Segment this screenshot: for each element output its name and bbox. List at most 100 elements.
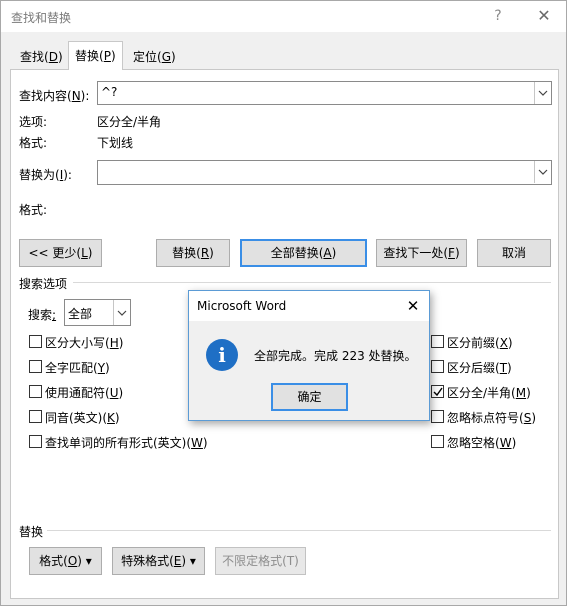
no-formatting-button[interactable]: 不限定格式(T) bbox=[215, 547, 306, 575]
tab-find-end: ) bbox=[57, 50, 63, 64]
ignore-punctuation-label[interactable]: 忽略标点符号(S) bbox=[447, 409, 536, 426]
replace-all-button-label: 全部替换( bbox=[270, 246, 324, 260]
all-word-forms-key: W bbox=[191, 436, 203, 450]
message-box: Microsoft Word ✕ i 全部完成。完成 223 处替换。 确定 bbox=[188, 290, 430, 421]
find-next-button-label: 查找下一处( bbox=[383, 246, 449, 260]
format-button[interactable]: 格式(O) ▾ bbox=[29, 547, 102, 575]
close-button[interactable]: ✕ bbox=[529, 5, 559, 27]
ignore-whitespace-checkbox[interactable] bbox=[431, 435, 444, 448]
ignore-punctuation-label-end: ) bbox=[531, 411, 536, 425]
find-next-button-key: F bbox=[448, 246, 455, 260]
search-direction-select[interactable]: 全部 bbox=[64, 299, 131, 326]
dialog-title: 查找和替换 bbox=[11, 11, 72, 25]
find-format-value: 下划线 bbox=[97, 136, 134, 150]
tab-replace[interactable]: 替换(P) bbox=[68, 41, 123, 70]
search-direction-value: 全部 bbox=[68, 307, 93, 321]
sounds-like-checkbox[interactable] bbox=[29, 410, 42, 423]
message-box-close-button[interactable]: ✕ bbox=[403, 296, 423, 316]
wildcards-label[interactable]: 使用通配符(U) bbox=[45, 384, 123, 401]
match-prefix-checkbox[interactable] bbox=[431, 335, 444, 348]
all-word-forms-label-text: 查找单词的所有形式(英文)( bbox=[45, 436, 192, 450]
ignore-punctuation-checkbox[interactable] bbox=[431, 410, 444, 423]
options-value: 区分全/半角 bbox=[97, 115, 162, 129]
all-word-forms-label[interactable]: 查找单词的所有形式(英文)(W) bbox=[45, 434, 208, 451]
whole-word-key: Y bbox=[97, 361, 106, 375]
replace-button-label: 替换( bbox=[172, 246, 201, 260]
search-direction-label-text: 搜索 bbox=[28, 308, 53, 322]
match-case-checkbox[interactable] bbox=[29, 335, 42, 348]
find-what-combobox[interactable]: ^? bbox=[97, 81, 552, 105]
tab-replace-end: ) bbox=[110, 49, 116, 63]
replace-section-label: 替换 bbox=[19, 525, 44, 539]
match-case-label-text: 区分大小写( bbox=[45, 336, 110, 350]
sounds-like-label[interactable]: 同音(英文)(K) bbox=[45, 409, 120, 426]
match-width-label[interactable]: 区分全/半角(M) bbox=[447, 384, 531, 401]
message-box-title: Microsoft Word bbox=[197, 299, 287, 313]
match-suffix-label-end: ) bbox=[507, 361, 512, 375]
ok-button[interactable]: 确定 bbox=[271, 383, 348, 411]
match-case-label-end: ) bbox=[118, 336, 124, 350]
search-options-divider bbox=[73, 282, 551, 283]
find-format-label: 格式: bbox=[19, 136, 48, 150]
find-what-label: 查找内容(N): bbox=[19, 87, 89, 104]
replace-format-label: 格式: bbox=[19, 203, 48, 217]
message-box-title-bar: Microsoft Word ✕ bbox=[189, 291, 429, 321]
match-case-key: H bbox=[109, 336, 119, 350]
less-button-key: L bbox=[81, 246, 88, 260]
less-button[interactable]: << 更少(L) bbox=[19, 239, 102, 267]
replace-all-button-key: A bbox=[323, 246, 332, 260]
ignore-whitespace-label[interactable]: 忽略空格(W) bbox=[447, 434, 516, 451]
ignore-punctuation-label-text: 忽略标点符号( bbox=[447, 411, 524, 425]
replace-with-label: 替换为(I): bbox=[19, 166, 72, 183]
replace-with-label-end: ): bbox=[63, 168, 72, 182]
cancel-button[interactable]: 取消 bbox=[477, 239, 551, 267]
match-prefix-label[interactable]: 区分前缀(X) bbox=[447, 334, 513, 351]
format-button-key: O bbox=[67, 554, 78, 568]
sounds-like-label-text: 同音(英文)( bbox=[45, 411, 108, 425]
chevron-down-icon[interactable] bbox=[113, 300, 130, 325]
chevron-down-icon[interactable] bbox=[534, 161, 551, 183]
search-direction-label: 搜索; bbox=[28, 306, 56, 323]
search-options-label: 搜索选项 bbox=[19, 277, 68, 291]
match-suffix-label[interactable]: 区分后缀(T) bbox=[447, 359, 512, 376]
ignore-whitespace-key: W bbox=[499, 436, 512, 450]
match-suffix-checkbox[interactable] bbox=[431, 360, 444, 373]
tab-find[interactable]: 查找(D) bbox=[13, 45, 70, 69]
find-next-button-end: ) bbox=[454, 246, 460, 260]
wildcards-label-text: 使用通配符( bbox=[45, 386, 110, 400]
find-what-key: N bbox=[71, 89, 81, 103]
match-prefix-label-text: 区分前缀( bbox=[447, 336, 500, 350]
replace-with-label-text: 替换为( bbox=[19, 168, 60, 182]
match-prefix-key: X bbox=[499, 336, 508, 350]
title-bar: 查找和替换 ? ✕ bbox=[1, 1, 566, 32]
match-case-label[interactable]: 区分大小写(H) bbox=[45, 334, 123, 351]
match-width-checkbox[interactable] bbox=[431, 385, 444, 398]
find-next-button[interactable]: 查找下一处(F) bbox=[376, 239, 467, 267]
search-direction-key: ; bbox=[52, 308, 57, 322]
match-width-label-end: ) bbox=[526, 386, 531, 400]
sounds-like-key: K bbox=[107, 411, 115, 425]
less-button-label: << 更少( bbox=[28, 246, 82, 260]
chevron-down-icon[interactable] bbox=[534, 82, 551, 104]
tab-replace-key: P bbox=[103, 49, 111, 63]
tab-goto[interactable]: 定位(G) bbox=[126, 45, 183, 69]
whole-word-label[interactable]: 全字匹配(Y) bbox=[45, 359, 110, 376]
match-suffix-key: T bbox=[499, 361, 508, 375]
message-text: 全部完成。完成 223 处替换。 bbox=[254, 349, 417, 363]
match-prefix-label-end: ) bbox=[507, 336, 513, 350]
replace-with-combobox[interactable] bbox=[97, 160, 552, 185]
replace-button-key: R bbox=[200, 246, 210, 260]
tab-find-key: D bbox=[48, 50, 58, 64]
help-button[interactable]: ? bbox=[484, 5, 512, 27]
replace-all-button[interactable]: 全部替换(A) bbox=[240, 239, 367, 267]
whole-word-checkbox[interactable] bbox=[29, 360, 42, 373]
tab-goto-key: G bbox=[161, 50, 171, 64]
special-format-button[interactable]: 特殊格式(E) ▾ bbox=[112, 547, 205, 575]
tab-goto-end: ) bbox=[171, 50, 176, 64]
replace-section-divider bbox=[47, 530, 551, 531]
match-width-label-text: 区分全/半角( bbox=[447, 386, 516, 400]
replace-button[interactable]: 替换(R) bbox=[156, 239, 230, 267]
all-word-forms-checkbox[interactable] bbox=[29, 435, 42, 448]
find-what-label-text: 查找内容( bbox=[19, 89, 72, 103]
wildcards-checkbox[interactable] bbox=[29, 385, 42, 398]
